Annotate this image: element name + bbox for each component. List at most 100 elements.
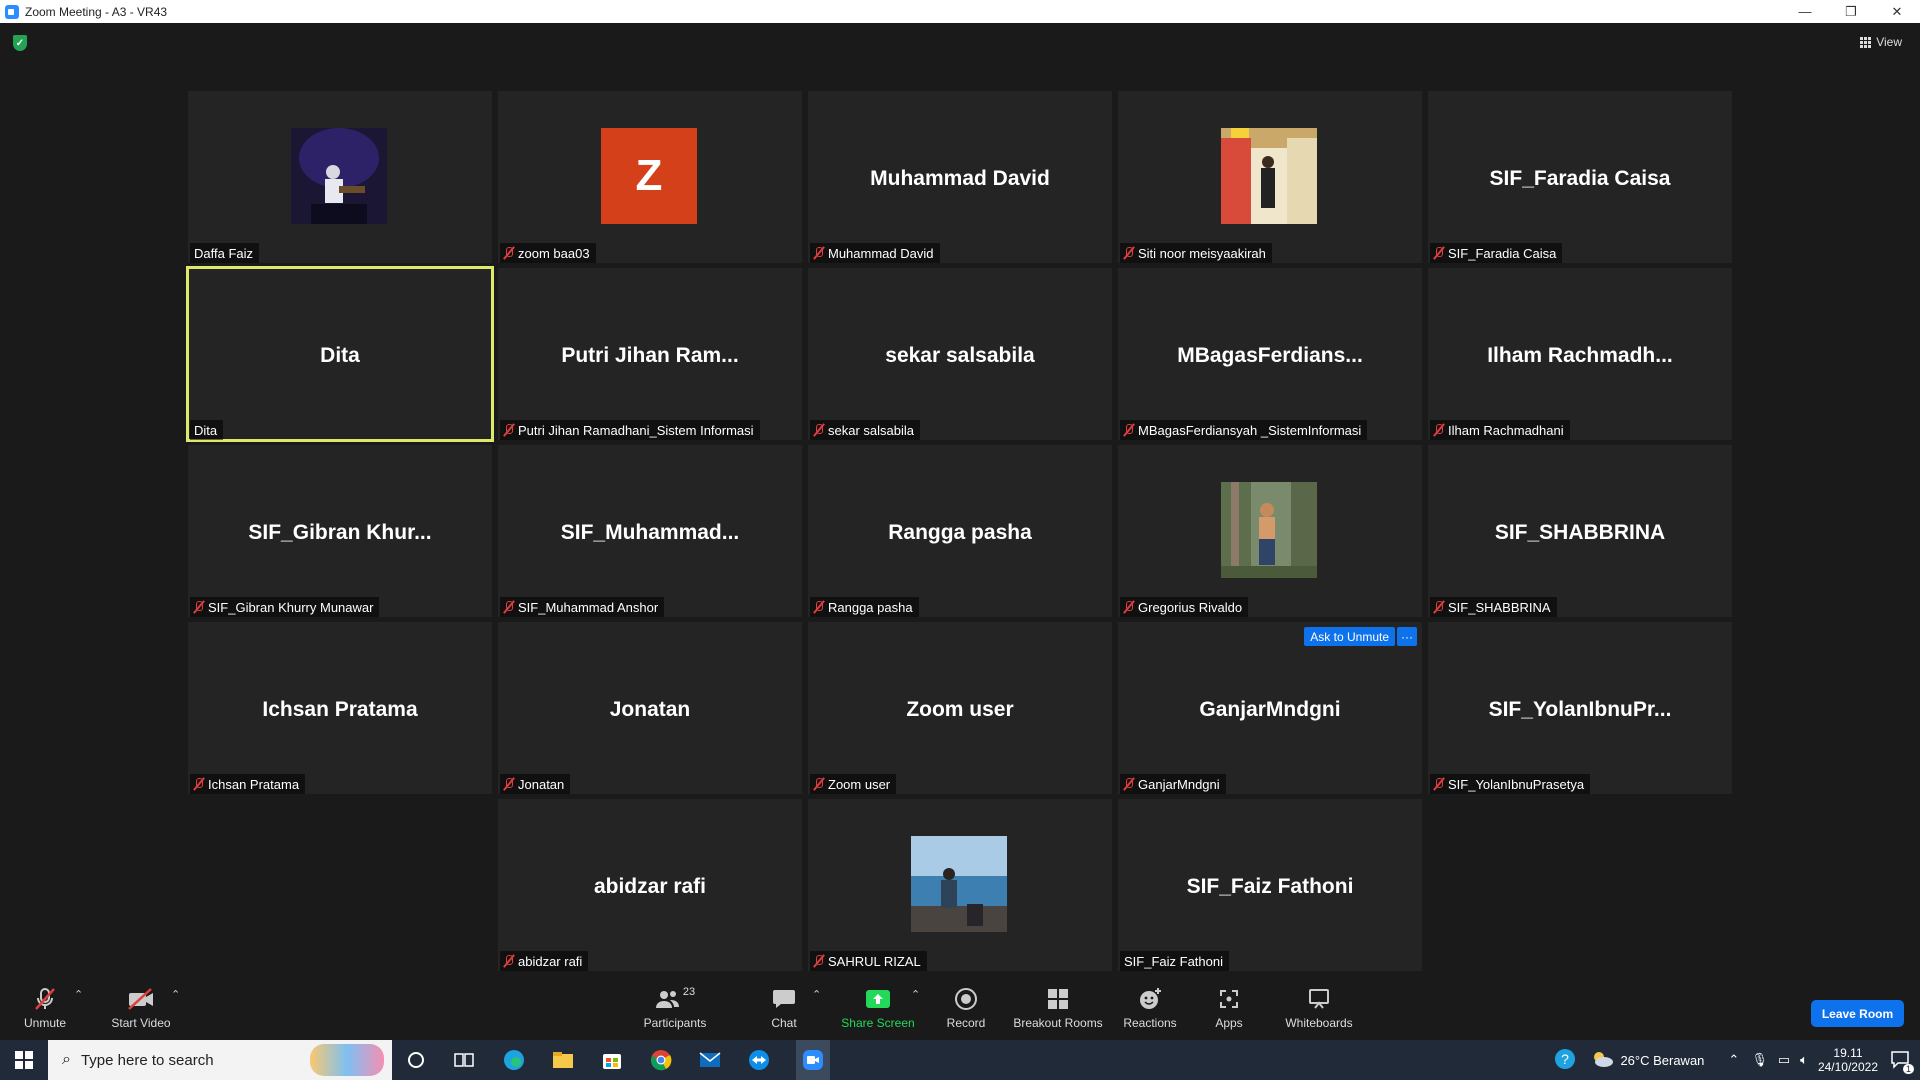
security-shield-icon[interactable]: ✓	[13, 35, 27, 51]
unmute-button[interactable]: Unmute	[20, 986, 70, 1030]
participant-display-name: SIF_Faradia Caisa	[1489, 167, 1671, 190]
zoom-taskbar-icon[interactable]	[796, 1040, 830, 1080]
participant-tile[interactable]: Zzoom baa03	[498, 91, 802, 263]
share-screen-label: Share Screen	[841, 1016, 915, 1030]
participant-tile[interactable]: sekar salsabila sekar salsabila	[808, 268, 1112, 440]
windows-start-icon[interactable]	[12, 1048, 36, 1072]
cortana-icon[interactable]	[404, 1048, 428, 1072]
record-icon	[954, 986, 978, 1012]
reactions-icon	[1138, 986, 1162, 1012]
participant-name-label: MBagasFerdiansyah _SistemInformasi	[1120, 420, 1368, 440]
avatar: Z	[601, 128, 697, 224]
breakout-rooms-label: Breakout Rooms	[1013, 1016, 1103, 1030]
participant-display-name: Putri Jihan Ram...	[561, 344, 739, 367]
teamviewer-icon[interactable]	[747, 1048, 771, 1072]
taskbar-search-box[interactable]: ⌕ Type here to search	[48, 1040, 392, 1080]
participant-tile[interactable]: SIF_Gibran Khur... SIF_Gibran Khurry Muna…	[188, 445, 492, 617]
participant-tile[interactable]: Putri Jihan Ram... Putri Jihan Ramadhani_…	[498, 268, 802, 440]
close-button[interactable]: ✕	[1874, 0, 1920, 23]
mail-icon[interactable]	[698, 1048, 722, 1072]
system-tray: ? 26°C Berawan ⌃ 🎙︎ ▭ 🔈︎ 19.11 24/10/202…	[1554, 1040, 1920, 1080]
whiteboards-label: Whiteboards	[1285, 1016, 1353, 1030]
record-button[interactable]: Record	[945, 986, 987, 1030]
windows-taskbar: ⌕ Type here to search ? 26°C Berawan ⌃ 🎙…	[0, 1040, 1920, 1080]
breakout-rooms-icon	[1047, 986, 1069, 1012]
participant-tile[interactable]: Muhammad David Muhammad David	[808, 91, 1112, 263]
participant-name-label: Dita	[190, 420, 224, 440]
muted-mic-icon	[504, 246, 514, 260]
participant-display-name: Dita	[320, 344, 360, 367]
chat-button[interactable]: Chat	[769, 986, 799, 1030]
chrome-icon[interactable]	[649, 1048, 673, 1072]
whiteboards-button[interactable]: Whiteboards	[1283, 986, 1355, 1030]
avatar	[1221, 128, 1317, 224]
participant-tile[interactable]: SIF_Faradia Caisa SIF_Faradia Caisa	[1428, 91, 1732, 263]
apps-icon	[1218, 986, 1240, 1012]
participant-display-name: Jonatan	[609, 698, 691, 721]
minimize-button[interactable]: —	[1782, 0, 1828, 23]
muted-mic-icon	[32, 986, 58, 1012]
participant-tile[interactable]: GanjarMndgni GanjarMndgni Ask to Unmute ···	[1118, 622, 1422, 794]
task-view-icon[interactable]	[452, 1048, 476, 1072]
volume-icon[interactable]: 🔈︎	[1800, 1052, 1808, 1068]
ask-to-unmute-button[interactable]: Ask to Unmute	[1304, 627, 1395, 646]
audio-options-caret[interactable]: ⌃	[74, 988, 83, 1001]
microphone-icon[interactable]: 🎙︎	[1751, 1052, 1768, 1068]
clock[interactable]: 19.11 24/10/2022	[1818, 1046, 1878, 1074]
participant-name-label: Gregorius Rivaldo	[1120, 597, 1249, 617]
participant-tile[interactable]: SIF_Muhammad... SIF_Muhammad Anshor	[498, 445, 802, 617]
participant-tile[interactable]: MBagasFerdians... MBagasFerdiansyah _Sist…	[1118, 268, 1422, 440]
maximize-button[interactable]: ❐	[1828, 0, 1874, 23]
view-button[interactable]: View	[1854, 31, 1908, 53]
muted-mic-icon	[1434, 600, 1444, 614]
participant-tile[interactable]: SIF_SHABBRINA SIF_SHABBRINA	[1428, 445, 1732, 617]
muted-mic-icon	[814, 777, 824, 791]
start-video-button[interactable]: Start Video	[106, 986, 176, 1030]
participant-tile[interactable]: Siti noor meisyaakirah	[1118, 91, 1422, 263]
participant-name: Muhammad David	[828, 245, 934, 261]
participant-display-name: SIF_YolanIbnuPr...	[1488, 698, 1672, 721]
participant-tile[interactable]: Ilham Rachmadh... Ilham Rachmadhani	[1428, 268, 1732, 440]
apps-button[interactable]: Apps	[1213, 986, 1245, 1030]
participant-tile[interactable]: Zoom user Zoom user	[808, 622, 1112, 794]
participants-icon: 23	[655, 986, 695, 1012]
participant-tile[interactable]: Ichsan Pratama Ichsan Pratama	[188, 622, 492, 794]
participant-tile[interactable]: Daffa Faiz	[188, 91, 492, 263]
participant-tile[interactable]: Rangga pasha Rangga pasha	[808, 445, 1112, 617]
participant-name-label: SIF_Gibran Khurry Munawar	[190, 597, 380, 617]
video-options-caret[interactable]: ⌃	[171, 988, 180, 1001]
help-icon[interactable]: ?	[1554, 1048, 1576, 1073]
participant-tile[interactable]: Jonatan Jonatan	[498, 622, 802, 794]
microsoft-store-icon[interactable]	[600, 1048, 624, 1072]
participant-tile[interactable]: Dita Dita	[186, 266, 494, 442]
participants-button[interactable]: 23 Participants	[640, 986, 710, 1030]
participant-tile[interactable]: abidzar rafi abidzar rafi	[498, 799, 802, 971]
share-screen-button[interactable]: Share Screen	[838, 986, 918, 1030]
file-explorer-icon[interactable]	[551, 1048, 575, 1072]
participant-name: SIF_YolanIbnuPrasetya	[1448, 776, 1585, 792]
more-options-button[interactable]: ···	[1397, 627, 1417, 646]
edge-browser-icon[interactable]	[502, 1048, 526, 1072]
participant-display-name: MBagasFerdians...	[1177, 344, 1363, 367]
participant-tile[interactable]: SIF_Faiz Fathoni SIF_Faiz Fathoni	[1118, 799, 1422, 971]
show-hidden-icons-chevron-icon[interactable]: ⌃	[1728, 1052, 1739, 1068]
participant-name-label: Muhammad David	[810, 243, 940, 263]
participant-tile[interactable]: SIF_YolanIbnuPr... SIF_YolanIbnuPrasetya	[1428, 622, 1732, 794]
chat-options-caret[interactable]: ⌃	[812, 988, 821, 1001]
participant-tile[interactable]: Gregorius Rivaldo	[1118, 445, 1422, 617]
weather-text[interactable]: 26°C Berawan	[1620, 1053, 1704, 1068]
reactions-button[interactable]: Reactions	[1122, 986, 1178, 1030]
participant-name: Ilham Rachmadhani	[1448, 422, 1564, 438]
breakout-rooms-button[interactable]: Breakout Rooms	[1013, 986, 1103, 1030]
meeting-stage: ✓ View Daffa Faiz Zzoom baa03 Muhammad Dav…	[0, 23, 1920, 978]
participant-display-name: sekar salsabila	[885, 344, 1035, 367]
participant-name-label: SIF_YolanIbnuPrasetya	[1430, 774, 1591, 794]
participant-name: SIF_Faiz Fathoni	[1124, 953, 1223, 969]
participant-tile[interactable]: SAHRUL RIZAL	[808, 799, 1112, 971]
notification-center-icon[interactable]: 1	[1890, 1049, 1914, 1074]
network-icon[interactable]: ▭	[1778, 1052, 1790, 1068]
muted-mic-icon	[194, 777, 204, 791]
share-options-caret[interactable]: ⌃	[911, 988, 920, 1001]
leave-room-button[interactable]: Leave Room	[1811, 1000, 1904, 1027]
chat-label: Chat	[771, 1016, 797, 1030]
